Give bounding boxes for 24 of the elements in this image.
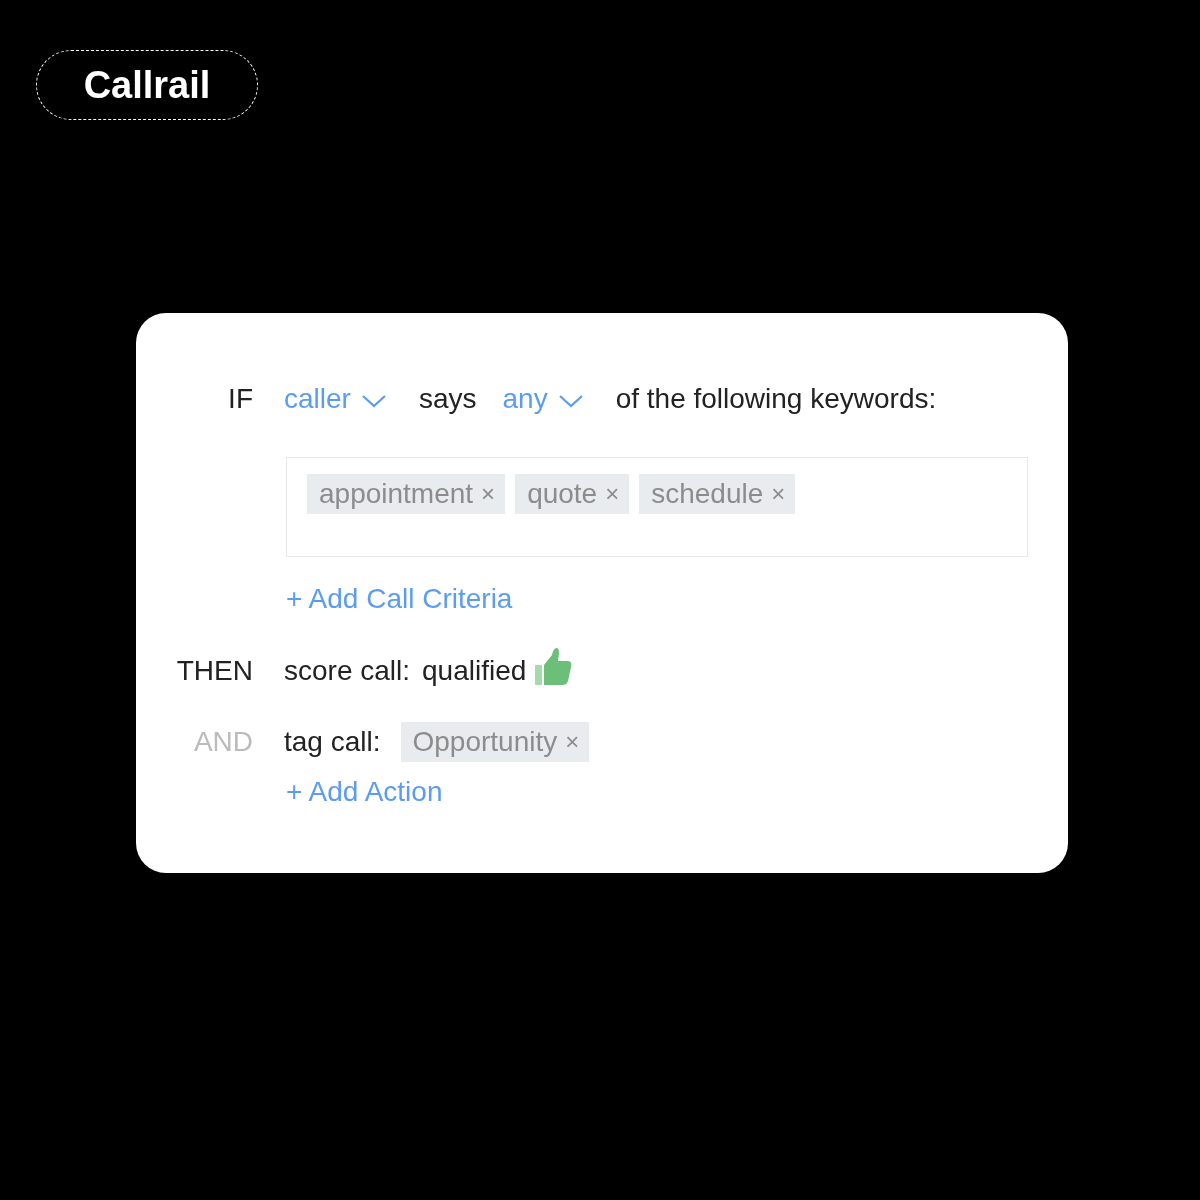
caret-icon <box>557 393 584 409</box>
condition-text: of the following keywords: <box>615 383 937 415</box>
action-text: tag call: <box>284 726 381 758</box>
thumbs-up-icon <box>534 647 573 687</box>
remove-tag-button[interactable]: × <box>605 480 620 508</box>
remove-tag-button[interactable]: × <box>771 480 786 508</box>
verb-text: says <box>418 383 477 415</box>
tag-label: appointment <box>319 478 474 510</box>
tag-label: quote <box>527 478 598 510</box>
subject-dropdown[interactable]: caller <box>284 383 387 415</box>
if-label: IF <box>227 383 253 415</box>
score-value: qualified <box>422 655 527 687</box>
remove-tag-button[interactable]: × <box>481 480 496 508</box>
add-action-link[interactable]: + Add Action <box>286 774 1028 810</box>
add-criteria-link[interactable]: + Add Call Criteria <box>286 581 1028 617</box>
action-text: score call: <box>284 655 411 687</box>
tag-label: Opportunity <box>412 726 558 758</box>
keywords-field[interactable]: appointment × quote × schedule × <box>286 457 1028 557</box>
tag-label: schedule <box>651 478 764 510</box>
action-label: AND <box>192 726 253 758</box>
quantifier-dropdown[interactable]: any <box>502 383 584 415</box>
action-label: THEN <box>176 655 253 687</box>
caret-icon <box>360 393 387 409</box>
remove-tag-button[interactable]: × <box>565 728 580 756</box>
